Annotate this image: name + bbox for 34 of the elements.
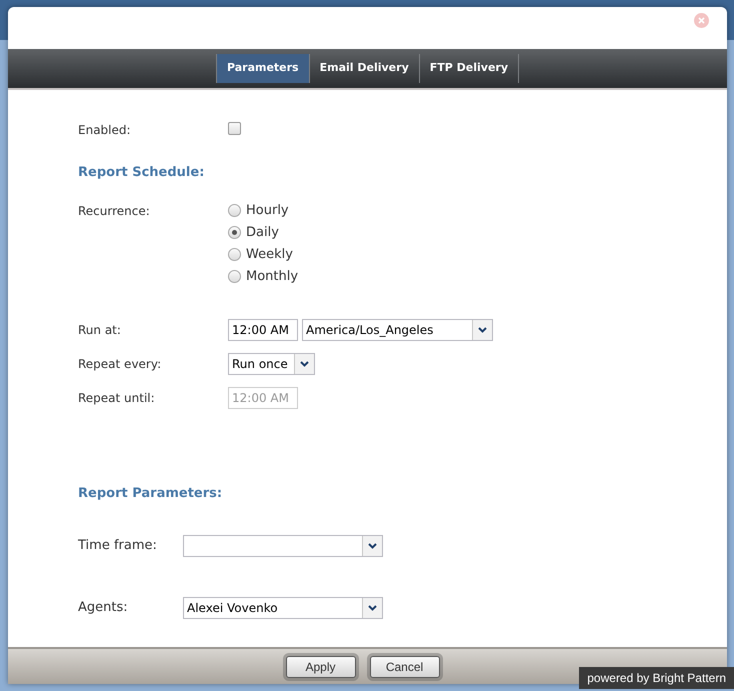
radio-label: Monthly <box>246 268 298 286</box>
radio-button[interactable] <box>228 204 241 217</box>
select-field[interactable] <box>183 535 383 557</box>
repeat-dropdown[interactable]: Run once <box>228 352 315 374</box>
radio-label: Hourly <box>246 202 289 220</box>
time-field[interactable]: 12:00 AM <box>228 318 298 340</box>
field-label: Run at: <box>78 322 122 338</box>
section-heading: Report Schedule: <box>78 164 206 182</box>
timezone-dropdown[interactable]: America/Los_Angeles <box>302 318 493 340</box>
caret-icon <box>300 360 309 366</box>
radio-button[interactable] <box>228 270 241 283</box>
checkbox[interactable] <box>228 122 241 134</box>
caret-icon <box>368 605 377 611</box>
radio-label: Weekly <box>246 246 293 264</box>
field-label: Agents: <box>78 599 129 618</box>
caret-icon <box>478 326 487 332</box>
radio-button[interactable] <box>228 248 241 261</box>
select-field[interactable]: Alexei Vovenko <box>183 597 383 619</box>
tab[interactable]: Parameters <box>216 54 310 83</box>
field-label: Enabled: <box>78 122 132 139</box>
field-label: Repeat every: <box>78 356 162 372</box>
tab[interactable]: FTP Delivery <box>420 54 520 83</box>
radio-button[interactable] <box>228 226 241 239</box>
powered-by-badge: powered by Bright Pattern <box>579 667 734 689</box>
radio-label: Daily <box>246 224 279 242</box>
tab[interactable]: Email Delivery <box>310 54 420 83</box>
close-icon[interactable] <box>694 13 709 28</box>
section-heading: Report Parameters: <box>78 484 224 502</box>
dialog-button[interactable]: Cancel <box>370 656 440 678</box>
field-label: Time frame: <box>78 537 158 556</box>
caret-icon <box>368 543 377 549</box>
field-label: Repeat until: <box>78 390 156 406</box>
field-label: Recurrence: <box>78 202 151 220</box>
dialog-button[interactable]: Apply <box>286 656 356 678</box>
